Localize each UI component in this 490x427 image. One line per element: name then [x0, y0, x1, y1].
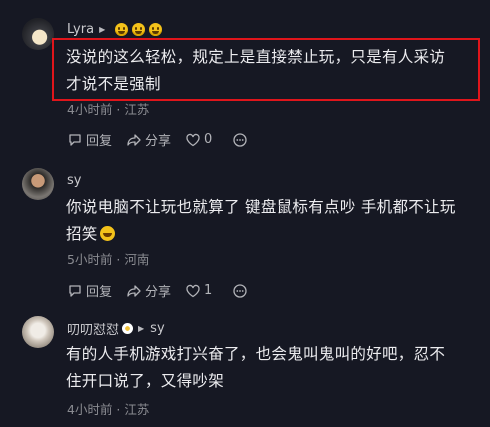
comment-meta: 4小时前 · 江苏 — [67, 102, 150, 117]
reply-icon — [69, 284, 81, 297]
share-button[interactable]: 分享 — [126, 281, 171, 300]
reply-icon — [69, 133, 81, 146]
flower-icon — [122, 322, 134, 334]
more-button[interactable] — [232, 132, 251, 148]
comment-text: 你说电脑不让玩也就算了 键盘鼠标有点吵 手机都不让玩 招笑 — [66, 194, 456, 248]
comment-text-line: 你说电脑不让玩也就算了 键盘鼠标有点吵 手机都不让玩 — [66, 198, 456, 216]
avatar[interactable] — [22, 168, 54, 200]
smile-emoji-icon — [149, 22, 163, 36]
comment-text-line: 住开口说了，又得吵架 — [66, 372, 225, 390]
heart-icon — [186, 284, 200, 297]
more-icon — [233, 132, 247, 147]
commenter-name[interactable]: Lyra — [67, 22, 94, 37]
share-icon — [127, 133, 141, 146]
reply-to-name[interactable]: sy — [150, 321, 164, 336]
reply-label: 回复 — [86, 134, 113, 149]
reply-arrow-icon: ▶ — [138, 323, 145, 333]
heart-icon — [186, 133, 200, 146]
share-label: 分享 — [145, 285, 172, 300]
share-icon — [127, 284, 141, 297]
commenter-name[interactable]: sy — [67, 173, 81, 188]
comment-meta: 4小时前 · 江苏 — [67, 402, 150, 417]
like-button[interactable]: 0 — [185, 132, 212, 148]
comment-text: 有的人手机游戏打兴奋了，也会鬼叫鬼叫的好吧，忍不 住开口说了，又得吵架 — [66, 341, 445, 395]
commenter-name[interactable]: 叨叨怼怼 — [67, 319, 119, 338]
more-button[interactable] — [232, 283, 251, 299]
reply-button[interactable]: 回复 — [67, 281, 112, 300]
reply-label: 回复 — [86, 285, 113, 300]
more-icon — [233, 283, 247, 298]
share-button[interactable]: 分享 — [126, 130, 171, 149]
like-count: 1 — [204, 283, 213, 298]
highlight-box — [52, 38, 480, 101]
comment-meta: 5小时前 · 河南 — [67, 252, 150, 267]
reply-button[interactable]: 回复 — [67, 130, 112, 149]
like-count: 0 — [204, 132, 213, 147]
smile-emoji-icon — [132, 22, 146, 36]
comment-text-line: 有的人手机游戏打兴奋了，也会鬼叫鬼叫的好吧，忍不 — [66, 345, 446, 363]
avatar[interactable] — [22, 18, 54, 50]
smile-emoji-icon — [115, 22, 129, 36]
share-label: 分享 — [145, 134, 172, 149]
like-button[interactable]: 1 — [185, 283, 212, 299]
comment-text-line: 招笑 — [66, 225, 98, 243]
avatar[interactable] — [22, 316, 54, 348]
laugh-emoji-icon — [99, 226, 115, 241]
reply-arrow-icon: ▶ — [99, 24, 106, 34]
